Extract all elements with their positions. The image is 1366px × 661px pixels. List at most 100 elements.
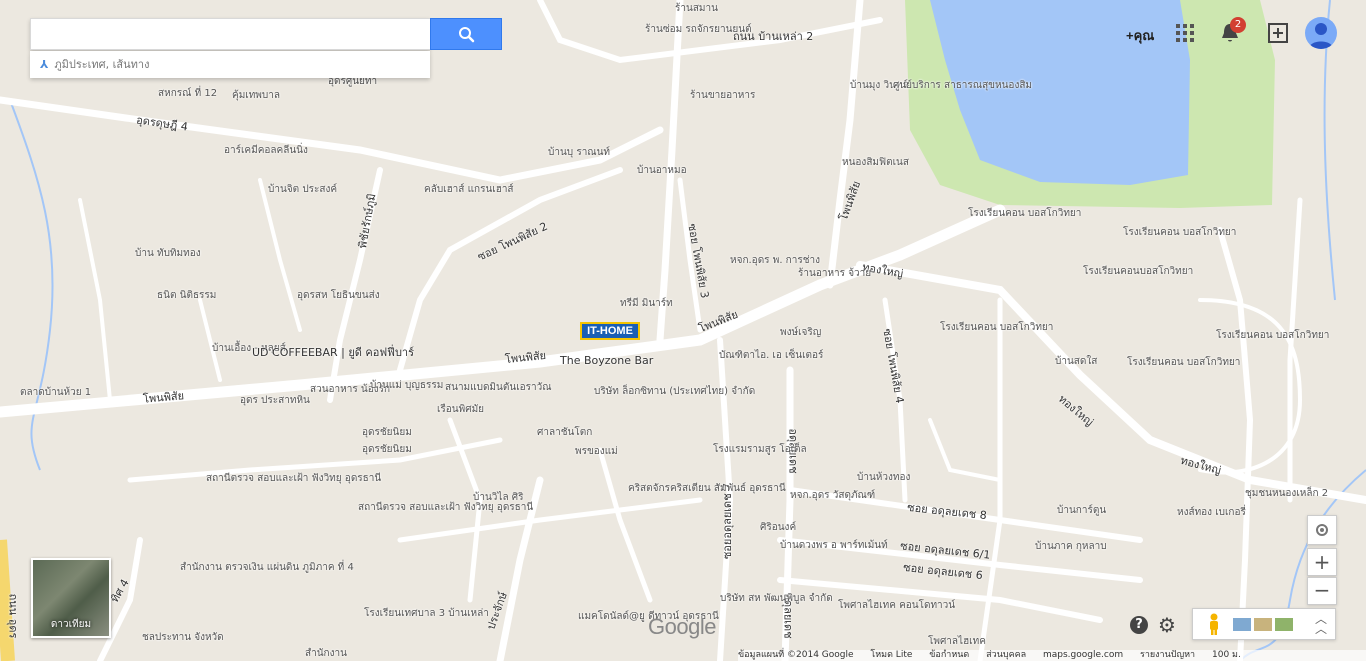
place-label[interactable]: โรงเรียนเทศบาล 3 บ้านเหล่า [364,608,489,620]
place-label[interactable]: บ้านห้วงทอง [857,472,910,484]
road [0,96,664,184]
place-label[interactable]: คริสตจักรคริสเตียน สัมพันธ์ อุดรธานี [628,483,786,495]
scale-label: 100 ม. [1212,650,1241,660]
place-label[interactable]: โพศาลไฮเทค [928,636,986,648]
road [826,0,864,289]
place-label[interactable]: หจก.อุดร พ. การช่าง [730,255,820,267]
place-label[interactable]: สำนักงาน ตรวจเงิน แผ่นดิน ภูมิภาค ที่ 4 [180,562,354,574]
place-label[interactable]: โรงเรียนคอน บอสโกวิทยา [1123,227,1236,239]
help-icon[interactable]: ? [1130,616,1148,634]
place-label[interactable]: ศาลาชันโตก [537,427,592,439]
place-label[interactable]: ทรีมี มินาร์ท [620,298,673,310]
place-label[interactable]: บ้านบุ ราณนท์ [548,147,610,159]
footer-privacy[interactable]: ส่วนบุคคล [986,650,1026,660]
place-label[interactable]: บัณฑิตาไอ. เอ เซ็นเตอร์ [719,350,823,362]
road [78,198,112,402]
share-plus-icon[interactable] [1268,23,1288,47]
road-label: ถนน อุดร [6,593,20,639]
avatar-icon[interactable] [1305,17,1337,49]
place-label[interactable]: บ้านดวงพร อ พาร์ทเม้นท์ [780,540,888,552]
satellite-toggle[interactable]: ดาวเทียม [31,558,111,638]
place-label[interactable]: คลับเฮาส์ แกรนเฮาส์ [424,184,514,196]
place-label[interactable]: ศูนย์บริการ สาธารณสุขหนองสิม [893,80,1032,92]
footer-copyright: ข้อมูลแผนที่ ©2014 Google [738,650,854,660]
place-label[interactable]: ร้านซ่อม รถจักรยานยนต์ [645,24,752,36]
imagery-strip: ︿ ︿ [1192,608,1336,640]
directions-hint: ภูมิประเทศ, เส้นทาง [54,58,150,71]
place-label[interactable]: หนองสิมฟิตเนส [842,157,909,169]
place-label[interactable]: โรงเรียนคอน บอสโกวิทยา [968,208,1081,220]
road [397,167,623,373]
place-label[interactable]: บริษัท สห พัฒนพิบูล จำกัด [720,593,833,605]
place-label[interactable]: บ้านการ์ตูน [1057,505,1106,517]
place-label[interactable]: อุดรชัยนิยม [362,427,412,439]
footer-terms[interactable]: ข้อกำหนด [929,650,969,660]
place-label[interactable]: หจก.อุดร วัสดุภัณฑ์ [790,490,875,502]
road [258,178,302,332]
place-label[interactable]: ร้านขายอาหาร [690,90,755,102]
place-label[interactable]: คุ้มเทพบาล [232,90,280,102]
place-label[interactable]: สหกรณ์ ที่ 12 [158,88,217,100]
place-label[interactable]: บ้านสดใส [1055,356,1097,368]
place-label[interactable]: บ้านแม่ บุญธรรม [370,380,443,392]
plus-you-link[interactable]: +คุณ [1126,25,1154,46]
place-label[interactable]: บ้านภาค กุหลาบ [1035,541,1107,553]
place-label[interactable]: สนามแบดมินตันเอราวัณ [445,382,552,394]
place-label[interactable]: ตลาดบ้านห้วย 1 [20,387,91,399]
place-label[interactable]: โรงเรียนคอน บอสโกวิทยา [1216,330,1329,342]
place-label[interactable]: อุดรชัยนิยม [362,444,412,456]
place-label[interactable]: สถานีตรวจ สอบและเฝ้า ฟังวิทยุ อุดรธานี [206,473,381,485]
search-button[interactable] [430,18,502,50]
place-label[interactable]: โพศาลไฮเทค คอนโดทาวน์ [838,600,955,612]
place-label[interactable]: บ้านจิต ประสงค์ [268,184,337,196]
expand-icon[interactable]: ︿ ︿ [1315,613,1327,635]
place-label[interactable]: อุดร ประสาทหิน [240,395,310,407]
place-label[interactable]: The Boyzone Bar [560,355,653,367]
footer-report[interactable]: รายงานปัญหา [1140,650,1195,660]
footer-url[interactable]: maps.google.com [1043,650,1123,660]
my-location-button[interactable] [1307,515,1337,545]
place-label[interactable]: ร้านสมาน [675,3,718,15]
footer-lite-mode[interactable]: โหมด Lite [870,650,912,660]
place-label[interactable]: พงษ์เจริญ [780,327,821,339]
notification-badge: 2 [1230,17,1246,33]
google-logo: Google [648,614,716,639]
place-label[interactable]: บ้านอาหมอ [637,165,687,177]
plus-icon: + [1313,550,1331,574]
place-label[interactable]: ศิริอนงค์ [760,522,796,534]
place-label[interactable]: ชลประทาน จังหวัด [142,632,224,644]
place-label[interactable]: โรงเรียนคอนบอสโกวิทยา [1083,266,1193,278]
road [597,447,653,603]
ithome-logo[interactable]: IT-HOME [580,322,640,340]
place-label[interactable]: เรือนพิศมัย [437,404,484,416]
satellite-label: ดาวเทียม [50,619,92,630]
settings-gear-icon[interactable]: ⚙ [1158,613,1176,637]
place-label[interactable]: สถานีตรวจ สอบและเฝ้า ฟังวิทยุ อุดรธานี [358,502,533,514]
place-label[interactable]: อุดรสห โยธินขนส่ง [297,290,380,302]
place-label[interactable]: ร้านอาหาร จ้วาย [798,268,871,280]
pegman-icon[interactable] [1207,613,1221,639]
apps-grid-icon[interactable] [1176,24,1194,46]
place-label[interactable]: ธนิต นิติธรรม [157,290,216,302]
zoom-out-button[interactable]: − [1307,577,1337,605]
place-label[interactable]: บริษัท ล็อกซิทาน (ประเทศไทย) จำกัด [594,386,755,398]
search-input[interactable] [30,18,430,50]
place-label[interactable]: โรงเรียนคอน บอสโกวิทยา [1127,357,1240,369]
place-label[interactable]: บ้าน ทับทิมทอง [135,248,201,260]
zoom-in-button[interactable]: + [1307,548,1337,576]
imagery-thumb[interactable] [1275,618,1293,631]
map-canvas[interactable]: ถนน บ้านเหล่า 2 อุดรดุษฎี 4 ซอย โพนพิสัย… [0,0,1366,661]
map-footer: ข้อมูลแผนที่ ©2014 Google โหมด Lite ข้อก… [738,650,1366,661]
place-label[interactable]: สำนักงาน [305,648,347,660]
place-label[interactable]: พรของแม่ [575,446,618,458]
directions-link[interactable]: ⅄ ภูมิประเทศ, เส้นทาง [30,51,430,78]
imagery-thumb[interactable] [1233,618,1251,631]
directions-icon: ⅄ [40,58,49,71]
place-label[interactable]: โรงเรียนคอน บอสโกวิทยา [940,322,1053,334]
place-label[interactable]: โรงแรมรามสูร โอเต็ล [713,444,807,456]
imagery-thumb[interactable] [1254,618,1272,631]
place-label[interactable]: อาร์เคมีคอลคลีนนิ่ง [224,145,308,157]
place-label[interactable]: หงส์ทอง เบเกอรี่ [1177,507,1246,519]
place-label[interactable]: UD COFFEEBAR | ยูดี คอฟฟี่บาร์ [252,347,414,359]
place-label[interactable]: ชุมชนหนองเหล็ก 2 [1245,488,1328,500]
